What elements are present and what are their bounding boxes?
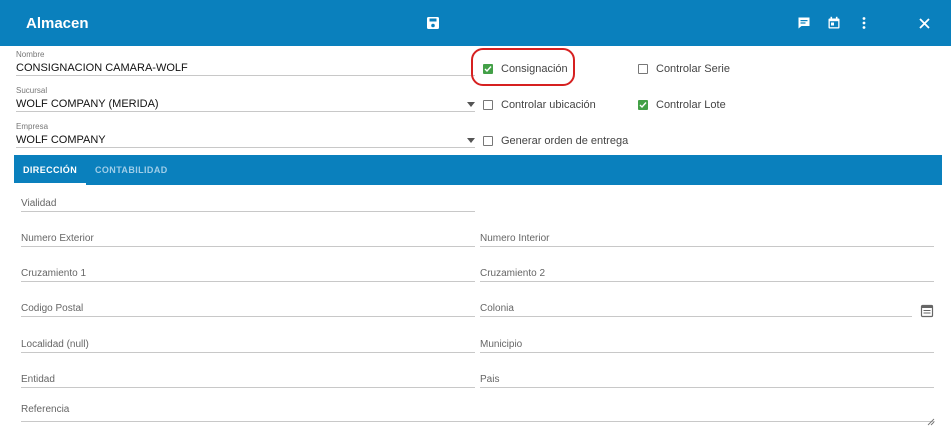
controlar-lote-checkbox[interactable]: Controlar Lote <box>638 97 726 113</box>
empresa-value[interactable]: WOLF COMPANY <box>16 132 475 148</box>
more-vert-icon[interactable] <box>854 13 874 33</box>
consignacion-label: Consignación <box>501 63 568 75</box>
vialidad-input[interactable]: Vialidad <box>21 196 475 212</box>
tab-contabilidad[interactable]: CONTABILIDAD <box>95 155 168 185</box>
controlar-ubicacion-checkbox[interactable]: Controlar ubicación <box>483 97 596 113</box>
nombre-value[interactable]: CONSIGNACION CAMARA-WOLF <box>16 60 475 76</box>
sucursal-select[interactable]: Sucursal WOLF COMPANY (MERIDA) <box>16 86 475 112</box>
tab-direccion[interactable]: DIRECCIÓN <box>23 155 77 185</box>
chevron-down-icon[interactable] <box>467 102 475 107</box>
dialog-title: Almacen <box>26 15 89 32</box>
localidad-input[interactable]: Localidad (null) <box>21 337 475 353</box>
sucursal-label: Sucursal <box>16 86 48 95</box>
controlar-ubicacion-label: Controlar ubicación <box>501 99 596 111</box>
generar-orden-checkbox[interactable]: Generar orden de entrega <box>483 133 628 149</box>
nombre-field[interactable]: Nombre CONSIGNACION CAMARA-WOLF <box>16 50 475 76</box>
consignacion-checkbox[interactable]: Consignación <box>483 61 568 77</box>
checkbox-empty-icon[interactable] <box>638 64 648 74</box>
tab-indicator <box>14 183 86 185</box>
controlar-serie-label: Controlar Serie <box>656 63 730 75</box>
codigo-postal-input[interactable]: Codigo Postal <box>21 301 475 317</box>
resize-handle-icon[interactable] <box>927 413 935 426</box>
chevron-down-icon[interactable] <box>467 138 475 143</box>
numero-exterior-input[interactable]: Numero Exterior <box>21 231 475 247</box>
save-icon[interactable] <box>423 13 443 33</box>
empresa-select[interactable]: Empresa WOLF COMPANY <box>16 122 475 148</box>
check-icon[interactable] <box>483 64 493 74</box>
calendar-icon[interactable] <box>824 13 844 33</box>
dialog-header: Almacen <box>0 0 951 46</box>
controlar-lote-label: Controlar Lote <box>656 99 726 111</box>
tab-bar: DIRECCIÓN CONTABILIDAD <box>14 155 942 185</box>
close-icon[interactable] <box>914 13 934 33</box>
checkbox-empty-icon[interactable] <box>483 136 493 146</box>
numero-interior-input[interactable]: Numero Interior <box>480 231 934 247</box>
list-icon[interactable] <box>920 304 934 318</box>
colonia-input[interactable]: Colonia <box>480 301 912 317</box>
municipio-input[interactable]: Municipio <box>480 337 934 353</box>
controlar-serie-checkbox[interactable]: Controlar Serie <box>638 61 730 77</box>
checkbox-empty-icon[interactable] <box>483 100 493 110</box>
notes-icon[interactable] <box>794 13 814 33</box>
entidad-input[interactable]: Entidad <box>21 372 475 388</box>
pais-input[interactable]: Pais <box>480 372 934 388</box>
referencia-textarea[interactable]: Referencia <box>21 402 935 422</box>
check-icon[interactable] <box>638 100 648 110</box>
cruzamiento1-input[interactable]: Cruzamiento 1 <box>21 266 475 282</box>
empresa-label: Empresa <box>16 122 49 131</box>
nombre-label: Nombre <box>16 50 45 59</box>
generar-orden-label: Generar orden de entrega <box>501 135 629 147</box>
cruzamiento2-input[interactable]: Cruzamiento 2 <box>480 266 934 282</box>
sucursal-value[interactable]: WOLF COMPANY (MERIDA) <box>16 96 475 112</box>
